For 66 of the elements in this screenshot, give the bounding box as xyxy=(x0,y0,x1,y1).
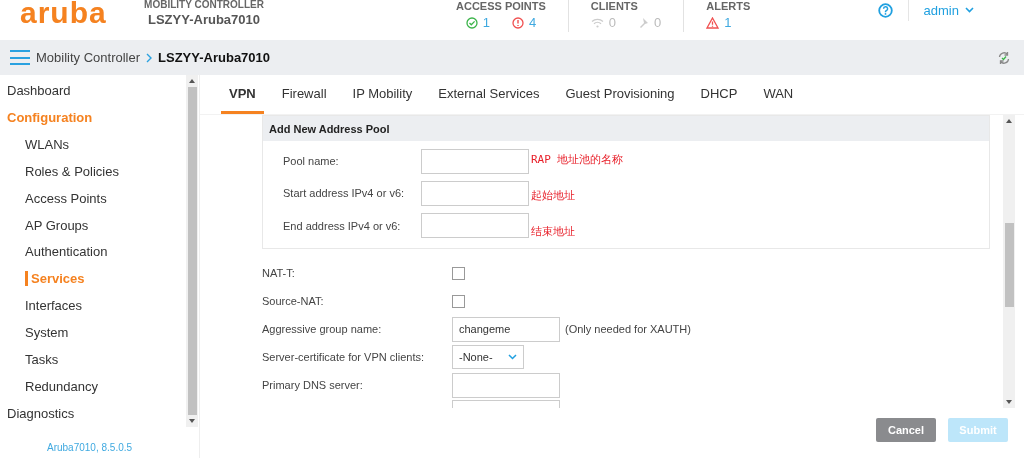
panel-title: Add New Address Pool xyxy=(263,116,989,141)
scroll-down-icon[interactable] xyxy=(1006,400,1012,404)
nav-subitem[interactable]: Roles & Policies xyxy=(25,163,119,179)
product-label: MOBILITY CONTROLLER xyxy=(144,0,264,10)
help-icon[interactable] xyxy=(877,2,893,18)
input-field[interactable] xyxy=(452,372,560,398)
tab[interactable]: VPN xyxy=(221,75,264,114)
error-circle-icon xyxy=(511,16,524,29)
warning-triangle-icon xyxy=(706,16,720,29)
field-label: Pool name: xyxy=(283,155,340,167)
input-field[interactable]: changeme xyxy=(452,316,560,342)
chevron-down-icon xyxy=(965,7,974,13)
tab[interactable]: WAN xyxy=(755,75,802,114)
field-label: Server-certificate for VPN clients: xyxy=(262,351,425,363)
logo: aruba xyxy=(20,0,108,26)
annotation-text: 起始地址 xyxy=(531,188,575,203)
check-circle-icon xyxy=(465,16,478,29)
tab[interactable]: IP Mobility xyxy=(344,75,421,114)
tab[interactable]: External Services xyxy=(430,75,548,114)
scroll-up-icon[interactable] xyxy=(1006,119,1012,123)
nav-subitem[interactable]: Interfaces xyxy=(25,298,83,314)
annotation-text: RAP 地址池的名称 xyxy=(531,152,624,167)
field-label: Start address IPv4 or v6: xyxy=(283,187,406,199)
annotation-text: 结束地址 xyxy=(531,224,575,239)
hint-text: (Only needed for XAUTH) xyxy=(565,323,691,335)
checkbox[interactable] xyxy=(452,266,465,280)
scroll-down-icon[interactable] xyxy=(189,419,195,423)
input-field[interactable] xyxy=(421,213,529,238)
nav-subitem[interactable]: WLANs xyxy=(25,136,70,152)
tab[interactable]: Guest Provisioning xyxy=(557,75,683,114)
field-label: Primary DNS server: xyxy=(262,379,364,391)
version-text: Aruba7010, 8.5.0.5 xyxy=(47,442,134,453)
dropdown[interactable]: -None- xyxy=(452,345,524,369)
chevron-down-icon xyxy=(508,354,517,360)
tab[interactable]: DHCP xyxy=(692,75,746,114)
scrollbar-thumb[interactable] xyxy=(1004,223,1014,307)
field-label: Aggressive group name: xyxy=(262,323,383,335)
breadcrumb-link[interactable]: Mobility Controller xyxy=(36,50,141,65)
menu-icon[interactable] xyxy=(10,50,30,65)
wifi-icon xyxy=(590,17,604,28)
input-field[interactable] xyxy=(421,180,529,206)
stat-title: ALERTS xyxy=(706,0,751,12)
scrollbar[interactable] xyxy=(186,75,198,427)
device-name: LSZYY-Aruba7010 xyxy=(148,12,260,27)
field-label: NAT-T: xyxy=(262,267,296,279)
tab[interactable]: Firewall xyxy=(273,75,335,114)
nav-subitem[interactable]: Access Points xyxy=(25,190,107,206)
nav-item[interactable]: Diagnostics xyxy=(0,400,186,427)
stat-title: ACCESS POINTS xyxy=(456,0,546,12)
field-label: End address IPv4 or v6: xyxy=(283,219,402,232)
plug-icon xyxy=(638,17,650,28)
nav-item[interactable]: Dashboard xyxy=(0,77,186,104)
sync-icon[interactable] xyxy=(997,50,1011,65)
stat-title: CLIENTS xyxy=(590,0,638,12)
nav-subitem[interactable]: Authentication xyxy=(25,244,108,260)
nav-subitem[interactable]: Redundancy xyxy=(25,379,98,395)
nav-subitem[interactable]: System xyxy=(25,325,69,341)
scrollbar[interactable] xyxy=(1003,115,1015,408)
nav-subitem[interactable]: Tasks xyxy=(25,352,59,368)
checkbox[interactable] xyxy=(452,294,465,308)
scrollbar-thumb[interactable] xyxy=(187,87,197,415)
nav-subitem[interactable]: AP Groups xyxy=(25,217,89,233)
input-field[interactable] xyxy=(421,148,529,174)
field-label: Source-NAT: xyxy=(262,295,325,307)
breadcrumb-current: LSZYY-Aruba7010 xyxy=(158,50,271,65)
scroll-up-icon[interactable] xyxy=(189,79,195,83)
